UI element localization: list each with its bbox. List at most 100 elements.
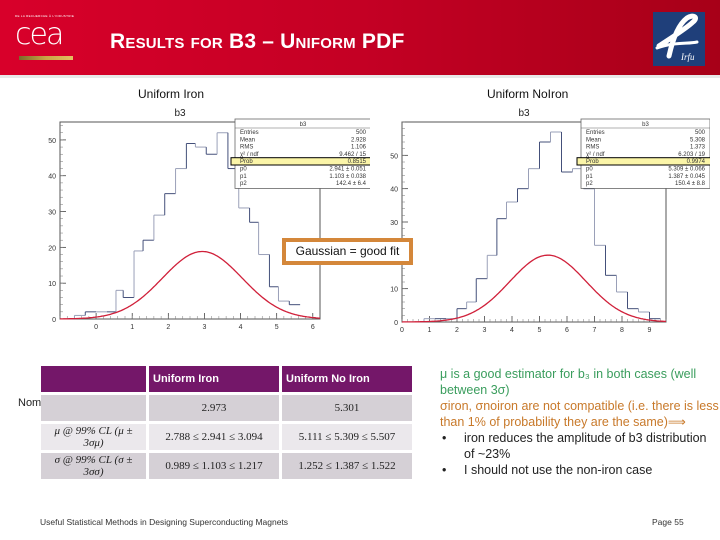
x-tick-label: 2 [166, 324, 170, 331]
x-tick-label: 5 [538, 327, 542, 334]
stats-label: p2 [240, 181, 247, 187]
table-cell-iron: 0.989 ≤ 1.103 ≤ 1.217 [149, 453, 279, 479]
histogram-title: b3 [518, 108, 530, 119]
stats-label: Mean [586, 137, 601, 143]
stats-value: 142.4 ± 6.4 [336, 181, 367, 187]
stats-label: Mean [240, 137, 255, 143]
page-number: Page 55 [652, 517, 684, 527]
stats-box: b3 Entries 500 Mean 2.928 RMS 1.106 χ² / ndf 9.4… [230, 118, 370, 189]
stats-label: p2 [586, 181, 593, 187]
table-cell-noiron: 5.111 ≤ 5.309 ≤ 5.507 [282, 424, 412, 450]
stats-value: 0.8515 [348, 159, 367, 165]
histogram-noiron: b3010203040500123456789b3Entries500Mean5… [390, 108, 710, 334]
stats-label: p1 [586, 174, 593, 180]
table-header-iron: Uniform Iron [149, 366, 279, 392]
x-tick-label: 0 [400, 327, 404, 334]
table-cell-iron: 2.788 ≤ 2.941 ≤ 3.094 [149, 424, 279, 450]
irfu-logo: Irfu [653, 12, 705, 66]
plot-title-iron: Uniform Iron [138, 87, 205, 101]
y-tick-label: 40 [48, 174, 56, 181]
table-header-row: Uniform Iron Uniform No Iron [41, 366, 412, 392]
stats-label: p0 [586, 167, 593, 173]
results-table: Uniform Iron Uniform No Iron 2.973 5.301… [38, 363, 415, 482]
cea-logo-text: cea [15, 17, 64, 52]
stats-value: 5.308 [690, 137, 706, 143]
stats-value: 1.373 [690, 145, 706, 151]
y-tick-label: 10 [390, 287, 398, 294]
note-mu-estimator: μ is a good estimator for b₃ in both cas… [440, 367, 697, 397]
table-cell-label: μ @ 99% CL (μ ± 3σμ) [41, 424, 146, 450]
stats-value: 5.309 ± 0.066 [668, 167, 705, 173]
x-tick-label: 6 [565, 327, 569, 334]
x-tick-label: 8 [620, 327, 624, 334]
histogram-title: b3 [174, 108, 186, 119]
note-bullet: • iron reduces the amplitude of b3 distr… [440, 430, 720, 462]
conclusion-notes: μ is a good estimator for b₃ in both cas… [440, 366, 720, 478]
stats-value: 500 [356, 130, 367, 136]
x-tick-label: 3 [483, 327, 487, 334]
table-row: σ @ 99% CL (σ ± 3σσ) 0.989 ≤ 1.103 ≤ 1.2… [41, 453, 412, 479]
stats-label: RMS [586, 145, 599, 151]
table-header-noiron: Uniform No Iron [282, 366, 412, 392]
table-cell-noiron: 1.252 ≤ 1.387 ≤ 1.522 [282, 453, 412, 479]
stats-box: b3 Entries 500 Mean 5.308 RMS 1.373 χ² / ndf 6.2… [576, 118, 710, 189]
stats-value: 2.941 ± 0.051 [329, 167, 366, 173]
y-tick-label: 50 [390, 153, 398, 160]
note-bullet: • I should not use the non-iron case [440, 462, 720, 478]
table-cell-noiron: 5.301 [282, 395, 412, 421]
y-tick-label: 0 [394, 320, 398, 327]
table-cell-iron: 2.973 [149, 395, 279, 421]
x-tick-label: 5 [275, 324, 279, 331]
irfu-swoosh-icon: Irfu [655, 13, 699, 62]
stats-label: RMS [240, 145, 253, 151]
irfu-logo-text: Irfu [680, 52, 695, 62]
x-tick-label: 3 [202, 324, 206, 331]
x-tick-label: 2 [455, 327, 459, 334]
x-tick-label: 0 [94, 324, 98, 331]
x-tick-label: 7 [593, 327, 597, 334]
y-tick-label: 40 [390, 187, 398, 194]
histogram-iron: b3010203040500 1 2 3 4 5 6b3Entries 500Mean 2.92… [48, 108, 370, 331]
stats-value: 9.462 / 15 [339, 152, 366, 158]
note-sigma-incompatible: σiron, σnoiron are not compatible (i.e. … [440, 399, 719, 429]
plot-title-noiron: Uniform NoIron [487, 87, 569, 101]
stats-label: Prob [586, 159, 599, 165]
stats-value: 1.103 ± 0.038 [329, 174, 366, 180]
stats-label: p0 [240, 167, 247, 173]
stats-value: 0.9974 [687, 159, 706, 165]
stats-label: χ² / ndf [586, 152, 605, 158]
stats-value: 500 [695, 130, 706, 136]
stats-label: p1 [240, 174, 247, 180]
stats-label: χ² / ndf [240, 152, 259, 158]
table-header-empty [41, 366, 146, 392]
table-cell-label: σ @ 99% CL (σ ± 3σσ) [41, 453, 146, 479]
x-tick-label: 9 [648, 327, 652, 334]
stats-value: 1.106 [351, 145, 367, 151]
y-tick-label: 30 [390, 220, 398, 227]
y-tick-label: 30 [48, 210, 56, 217]
stats-value: 150.4 ± 8.8 [675, 181, 706, 187]
stats-value: 6.203 / 19 [678, 152, 705, 158]
footer-text: Useful Statistical Methods in Designing … [40, 517, 289, 527]
header-divider [0, 75, 720, 78]
x-tick-label: 6 [311, 324, 315, 331]
x-tick-label: 1 [130, 324, 134, 331]
cea-logo: DE LA RECHERCHE À L'INDUSTRIE cea [15, 14, 77, 64]
stats-value: 1.387 ± 0.045 [668, 174, 705, 180]
stats-label: Entries [586, 130, 605, 136]
bullet-icon: • [442, 431, 447, 445]
stats-label: Prob [240, 159, 253, 165]
cea-logo-bar [19, 56, 73, 60]
y-tick-label: 50 [48, 138, 56, 145]
y-tick-label: 10 [48, 281, 56, 288]
table-row: μ @ 99% CL (μ ± 3σμ) 2.788 ≤ 2.941 ≤ 3.0… [41, 424, 412, 450]
stats-value: 2.928 [351, 137, 367, 143]
table-row: 2.973 5.301 [41, 395, 412, 421]
table-cell-label [41, 395, 146, 421]
stats-box-name: b3 [642, 122, 649, 128]
bullet-icon: • [442, 463, 447, 477]
y-tick-label: 0 [52, 317, 56, 324]
stats-box-name: b3 [300, 122, 307, 128]
stats-label: Entries [240, 130, 259, 136]
note-bullet-text: I should not use the non-iron case [464, 463, 653, 477]
